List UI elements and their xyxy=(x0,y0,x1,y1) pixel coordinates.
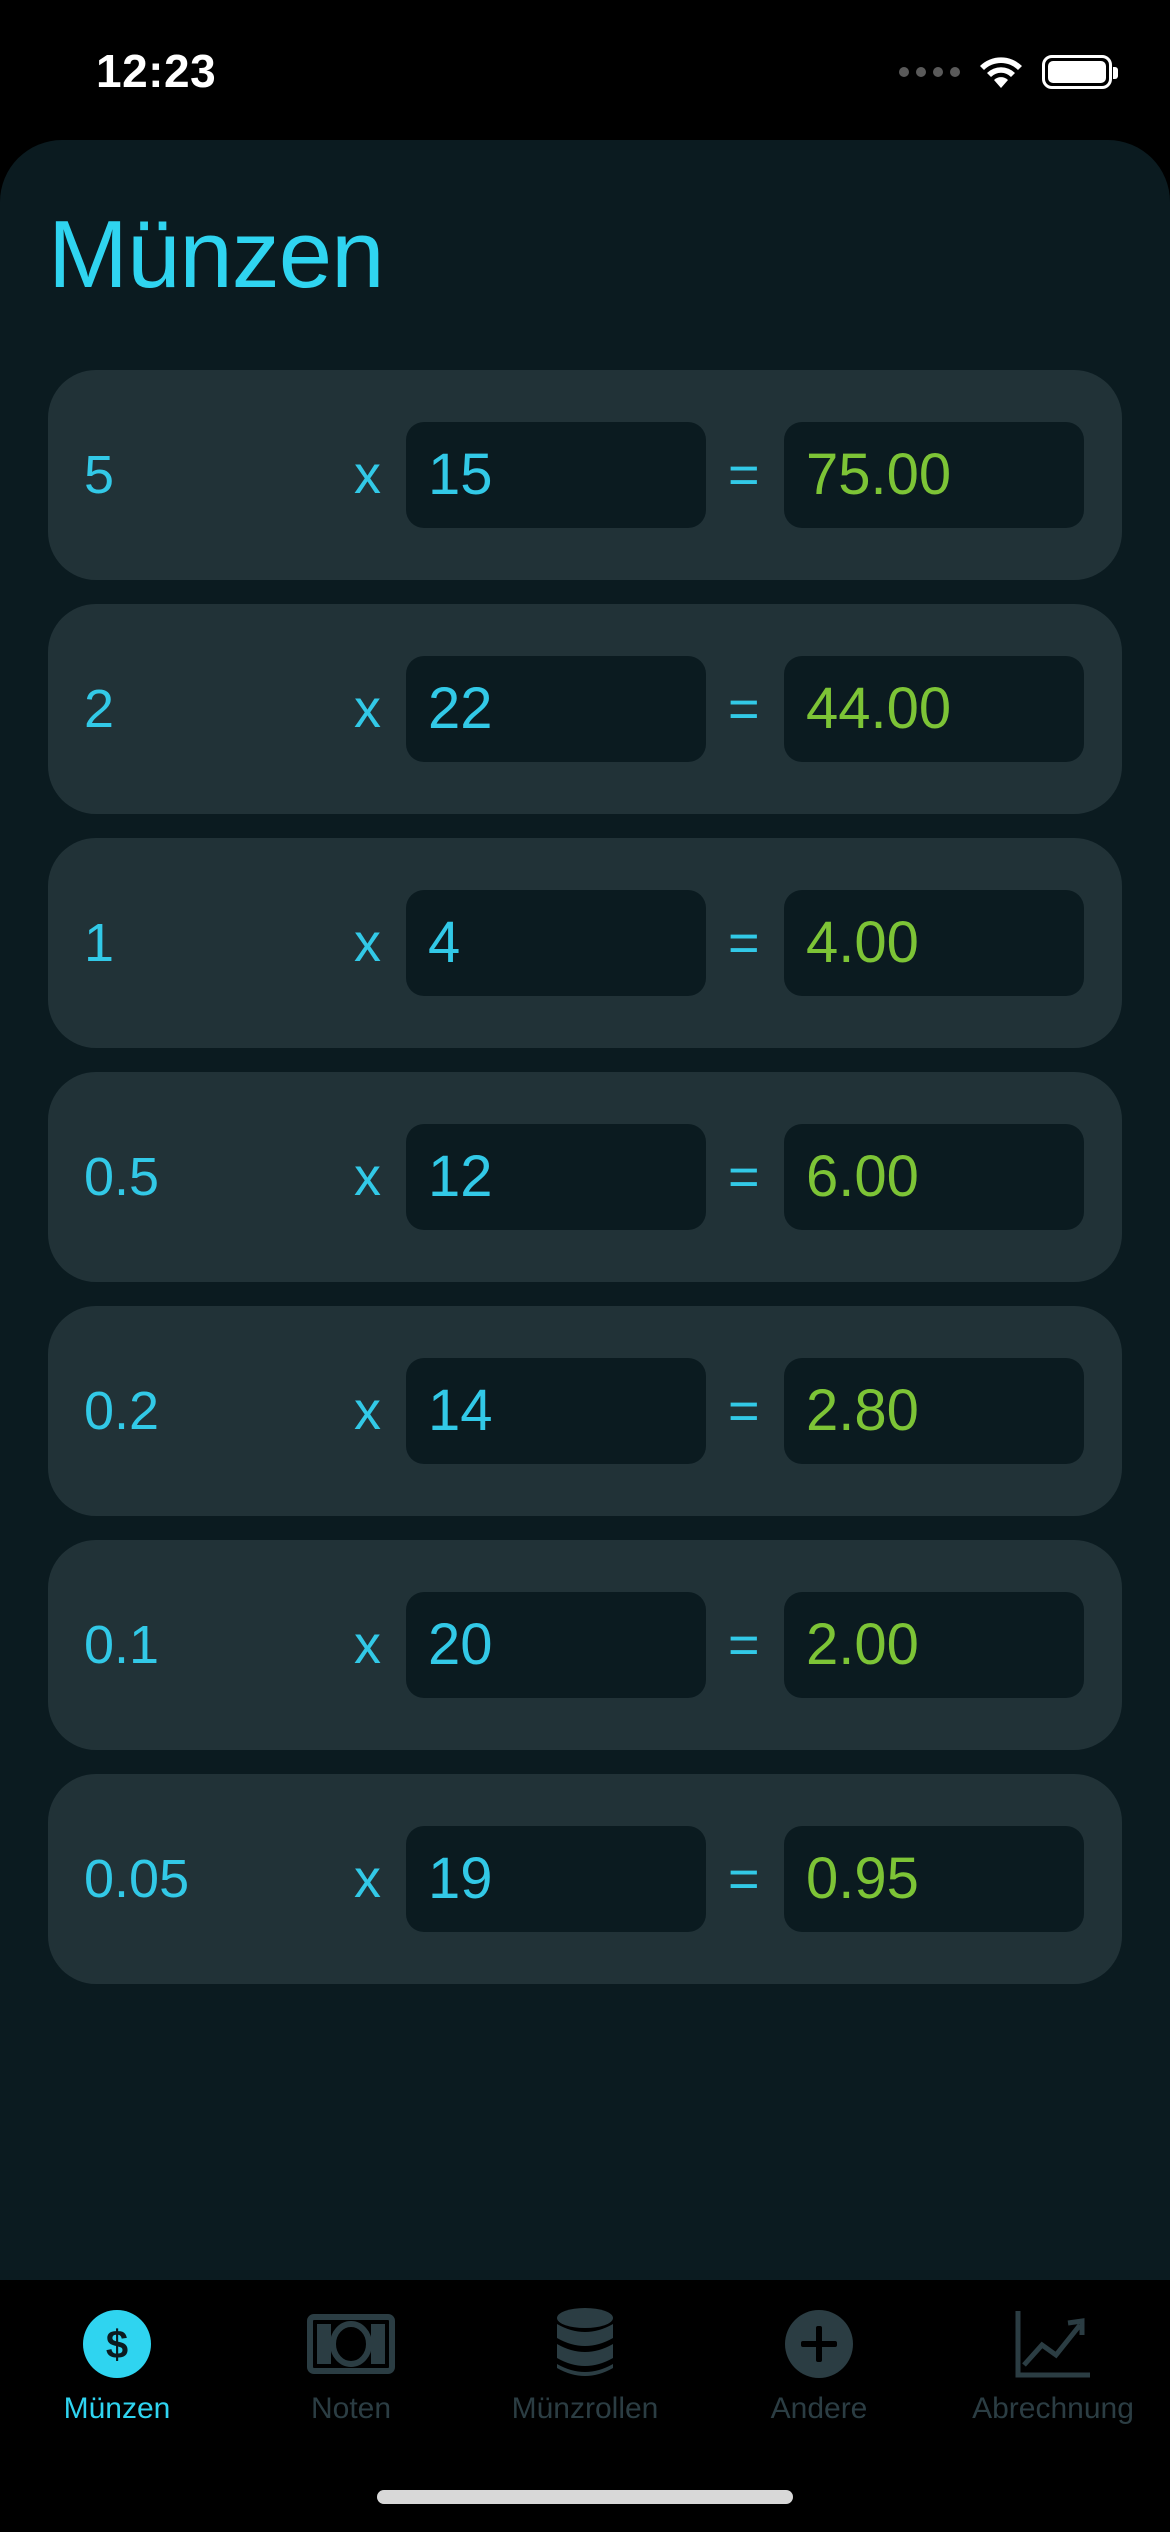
multiply-sign: x xyxy=(354,1615,381,1675)
tab-label: Münzrollen xyxy=(511,2392,659,2425)
coin-denomination: 5 xyxy=(84,445,115,505)
coin-count-input[interactable]: 19 xyxy=(406,1826,706,1932)
coin-total: 75.00 xyxy=(784,422,1084,528)
coin-row: 0.2 x 14 = 2.80 xyxy=(48,1306,1122,1516)
coin-denomination: 2 xyxy=(84,679,115,739)
coin-total: 2.00 xyxy=(784,1592,1084,1698)
cellular-signal-icon xyxy=(899,67,960,77)
tab-abrechnung[interactable]: Abrechnung xyxy=(936,2304,1170,2454)
equals-sign: = xyxy=(728,1381,760,1441)
multiply-sign: x xyxy=(354,445,381,505)
coin-row: 0.1 x 20 = 2.00 xyxy=(48,1540,1122,1750)
coin-denomination: 0.05 xyxy=(84,1849,190,1909)
coin-row: 1 x 4 = 4.00 xyxy=(48,838,1122,1048)
coin-count-input[interactable]: 4 xyxy=(406,890,706,996)
coin-total: 4.00 xyxy=(784,890,1084,996)
equals-sign: = xyxy=(728,1615,760,1675)
coin-stack-icon xyxy=(540,2304,630,2384)
wifi-icon xyxy=(980,57,1022,88)
coin-row: 2 x 22 = 44.00 xyxy=(48,604,1122,814)
multiply-sign: x xyxy=(354,1381,381,1441)
coin-denomination: 0.5 xyxy=(84,1147,160,1207)
status-time: 12:23 xyxy=(96,45,217,97)
coin-row: 0.05 x 19 = 0.95 xyxy=(48,1774,1122,1984)
tab-label: Abrechnung xyxy=(972,2392,1134,2425)
coin-count-input[interactable]: 22 xyxy=(406,656,706,762)
status-bar: 12:23 xyxy=(0,0,1170,140)
coins-sheet: Münzen 5 x 15 = 75.00 2 x 22 = 44.00 1 x… xyxy=(0,140,1170,2280)
chart-icon xyxy=(1008,2304,1098,2384)
tab-muenzen[interactable]: $ Münzen xyxy=(0,2304,234,2454)
tab-label: Noten xyxy=(310,2392,392,2425)
multiply-sign: x xyxy=(354,1849,381,1909)
tab-noten[interactable]: Noten xyxy=(234,2304,468,2454)
tab-label: Münzen xyxy=(63,2392,171,2425)
equals-sign: = xyxy=(728,679,760,739)
coin-denomination: 0.1 xyxy=(84,1615,160,1675)
plus-circle-icon xyxy=(774,2304,864,2384)
coin-count-input[interactable]: 15 xyxy=(406,422,706,528)
coin-count-input[interactable]: 12 xyxy=(406,1124,706,1230)
coin-total: 44.00 xyxy=(784,656,1084,762)
status-icons xyxy=(899,54,1118,90)
equals-sign: = xyxy=(728,445,760,505)
coin-total: 2.80 xyxy=(784,1358,1084,1464)
tab-andere[interactable]: Andere xyxy=(702,2304,936,2454)
coin-row: 0.5 x 12 = 6.00 xyxy=(48,1072,1122,1282)
coin-total: 6.00 xyxy=(784,1124,1084,1230)
dollar-circle-icon: $ xyxy=(72,2304,162,2384)
coin-denomination: 1 xyxy=(84,913,115,973)
coin-count-input[interactable]: 14 xyxy=(406,1358,706,1464)
coin-rows: 5 x 15 = 75.00 2 x 22 = 44.00 1 x 4 = 4.… xyxy=(48,370,1122,2008)
equals-sign: = xyxy=(728,1147,760,1207)
coin-denomination: 0.2 xyxy=(84,1381,160,1441)
page-title: Münzen xyxy=(48,201,385,308)
coin-total: 0.95 xyxy=(784,1826,1084,1932)
svg-text:$: $ xyxy=(106,2323,128,2367)
banknote-icon xyxy=(306,2304,396,2384)
multiply-sign: x xyxy=(354,679,381,739)
tab-muenzrollen[interactable]: Münzrollen xyxy=(468,2304,702,2454)
equals-sign: = xyxy=(728,1849,760,1909)
multiply-sign: x xyxy=(354,913,381,973)
home-indicator[interactable] xyxy=(377,2490,793,2504)
coin-count-input[interactable]: 20 xyxy=(406,1592,706,1698)
tab-label: Andere xyxy=(770,2392,868,2425)
coin-row: 5 x 15 = 75.00 xyxy=(48,370,1122,580)
equals-sign: = xyxy=(728,913,760,973)
battery-icon xyxy=(1042,55,1118,89)
multiply-sign: x xyxy=(354,1147,381,1207)
